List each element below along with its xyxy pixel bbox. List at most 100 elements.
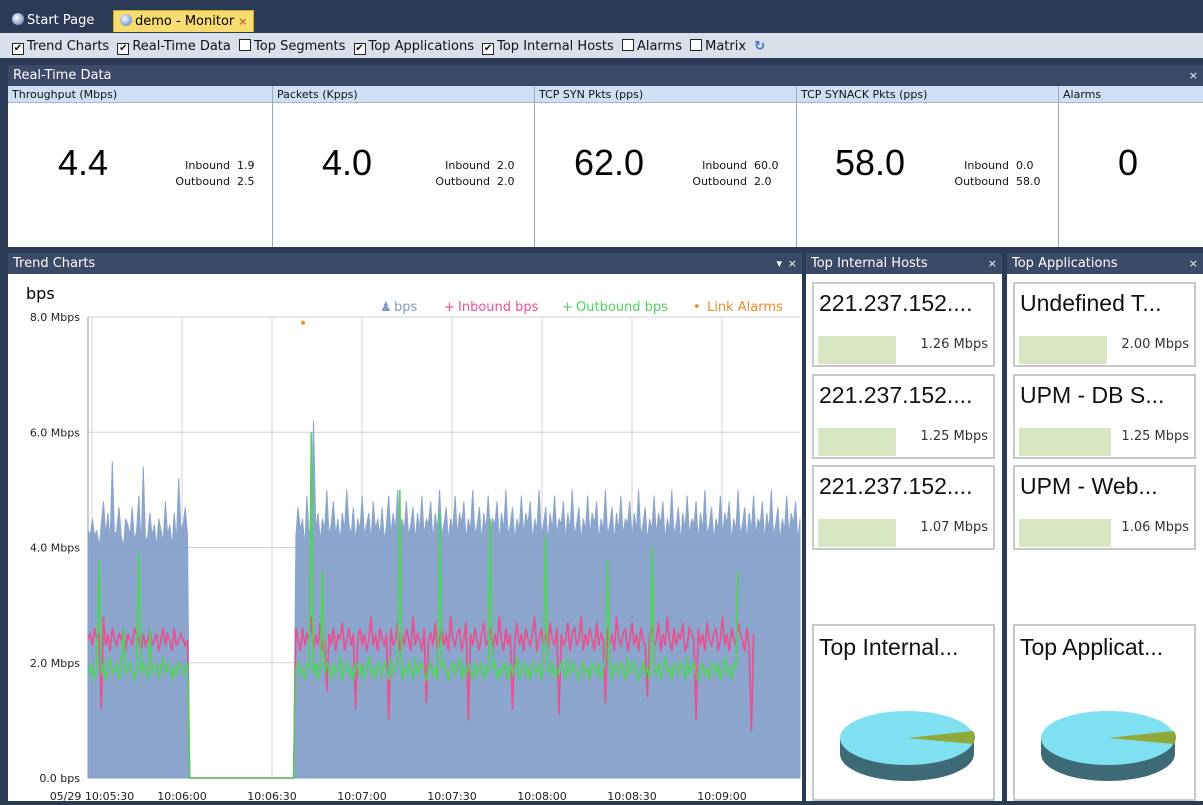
metric-header: Throughput (Mbps) xyxy=(8,86,272,103)
y-tick-label: 0.0 bps xyxy=(39,772,80,785)
host-bar xyxy=(818,336,896,364)
option-real-time-data[interactable]: ✔ Real-Time Data xyxy=(117,39,231,55)
tab-start-page[interactable]: Start Page xyxy=(6,10,100,32)
host-bar xyxy=(818,519,896,547)
close-tab-icon[interactable]: × xyxy=(238,15,247,28)
option-top-internal-hosts[interactable]: ✔ Top Internal Hosts xyxy=(482,39,614,55)
option-label: Matrix xyxy=(705,39,747,54)
legend-label: Link Alarms xyxy=(707,300,783,315)
metric-value: 62.0 xyxy=(574,142,645,183)
checkbox[interactable]: ✔ xyxy=(12,43,24,55)
host-value: 1.07 Mbps xyxy=(920,520,988,535)
hosts-panel-header: Top Internal Hosts × xyxy=(806,253,1002,274)
apps-pie-card[interactable]: Top Applicat... xyxy=(1013,624,1196,801)
option-label: Alarms xyxy=(636,39,682,54)
outbound-label: Outbound xyxy=(435,175,490,188)
inbound-label: Inbound xyxy=(445,159,490,172)
inbound-value: 0.0 xyxy=(1016,159,1034,172)
checkbox[interactable] xyxy=(621,39,634,51)
outbound-value: 2.0 xyxy=(497,175,515,188)
option-top-segments[interactable]: Top Segments xyxy=(239,39,345,54)
x-tick-label: 10:08:30 xyxy=(607,790,656,801)
top-hosts-panel: 221.237.152.... 1.26 Mbps 221.237.152...… xyxy=(806,274,1002,801)
tab-demo-monitor[interactable]: demo - Monitor × xyxy=(113,10,255,32)
app-bar xyxy=(1019,519,1111,547)
host-bar xyxy=(818,428,896,456)
y-tick-label: 8.0 Mbps xyxy=(30,311,80,324)
outbound-label: Outbound xyxy=(954,175,1009,188)
tab-label: Start Page xyxy=(27,13,95,28)
close-icon[interactable]: × xyxy=(1189,253,1198,274)
inbound-label: Inbound xyxy=(185,159,230,172)
metric-value: 0 xyxy=(1118,142,1139,183)
dropdown-icon[interactable]: ▾ xyxy=(776,253,782,274)
checkbox[interactable]: ✔ xyxy=(353,43,366,55)
host-card[interactable]: 221.237.152.... 1.26 Mbps xyxy=(812,282,995,367)
legend-label: Inbound bps xyxy=(458,300,539,315)
checkbox[interactable]: ✔ xyxy=(482,43,495,55)
metric-header: Packets (Kpps) xyxy=(273,86,534,103)
outbound-value: 2.0 xyxy=(754,175,772,188)
option-top-applications[interactable]: ✔ Top Applications xyxy=(353,39,474,55)
app-card[interactable]: UPM - DB S... 1.25 Mbps xyxy=(1013,374,1196,459)
metric-packets: Packets (Kpps) 4.0 Inbound 2.0 Outbound … xyxy=(273,86,535,247)
pie-title: Top Applicat... xyxy=(1020,634,1164,660)
legend-label: bps xyxy=(394,300,418,315)
metric-alarms: Alarms 0 xyxy=(1059,86,1203,247)
checkbox[interactable]: ✔ xyxy=(117,43,130,55)
outbound-label: Outbound xyxy=(175,175,230,188)
checkbox[interactable] xyxy=(690,39,703,51)
option-alarms[interactable]: Alarms xyxy=(621,39,682,54)
x-tick-label: 10:07:00 xyxy=(337,790,386,801)
view-options-toolbar: ✔ Trend Charts ✔ Real-Time Data Top Segmen… xyxy=(0,33,1203,60)
option-trend-charts[interactable]: ✔ Trend Charts xyxy=(12,39,109,55)
metric-tcp-synack: TCP SYNACK Pkts (pps) 58.0 Inbound 0.0 O… xyxy=(797,86,1059,247)
metric-tcp-syn: TCP SYN Pkts (pps) 62.0 Inbound 60.0 Out… xyxy=(535,86,797,247)
option-matrix[interactable]: Matrix xyxy=(690,39,746,54)
trend-panel-header: Trend Charts ▾ × xyxy=(8,253,802,274)
refresh-icon[interactable]: ↻ xyxy=(754,39,765,54)
x-tick-label: 10:07:30 xyxy=(427,790,476,801)
option-label: Top Segments xyxy=(254,39,346,54)
app-card[interactable]: Undefined T... 2.00 Mbps xyxy=(1013,282,1196,367)
tab-bar: Start Page demo - Monitor × xyxy=(0,0,1203,33)
close-icon[interactable]: × xyxy=(788,253,797,274)
checkbox[interactable] xyxy=(239,39,252,51)
app-bar xyxy=(1019,336,1107,364)
panel-title: Top Internal Hosts xyxy=(811,256,928,271)
inbound-value: 1.9 xyxy=(237,159,255,172)
metric-value: 58.0 xyxy=(835,142,906,183)
host-value: 1.25 Mbps xyxy=(920,429,988,444)
x-tick-label: 10:06:00 xyxy=(157,790,206,801)
series-link-alarm-point xyxy=(301,320,305,325)
metric-value: 4.4 xyxy=(58,142,109,183)
outbound-value: 2.5 xyxy=(237,175,255,188)
close-icon[interactable]: × xyxy=(1189,65,1198,86)
panel-title: Trend Charts xyxy=(13,256,96,271)
app-card[interactable]: UPM - Web... 1.06 Mbps xyxy=(1013,465,1196,550)
host-card[interactable]: 221.237.152.... 1.25 Mbps xyxy=(812,374,995,459)
hosts-pie-card[interactable]: Top Internal... xyxy=(812,624,995,801)
host-name: 221.237.152.... xyxy=(819,473,973,499)
tab-label: demo - Monitor xyxy=(135,14,235,29)
legend-symbol: + xyxy=(562,300,573,315)
metric-header: Alarms xyxy=(1059,86,1203,103)
x-tick-label: 10:09:00 xyxy=(697,790,746,801)
legend-symbol: + xyxy=(444,300,455,315)
trend-chart-panel: bps 0.0 bps 2.0 Mbps 4.0 Mbps 6.0 Mbps 8.0 Mb… xyxy=(8,274,802,803)
realtime-panel-header: Real-Time Data × xyxy=(8,65,1203,86)
host-name: 221.237.152.... xyxy=(819,382,973,408)
y-tick-label: 6.0 Mbps xyxy=(30,426,80,439)
metric-header: TCP SYN Pkts (pps) xyxy=(535,86,796,103)
close-icon[interactable]: × xyxy=(988,253,997,274)
option-label: Top Internal Hosts xyxy=(497,39,614,54)
apps-panel-header: Top Applications × xyxy=(1007,253,1203,274)
pie-title: Top Internal... xyxy=(819,634,959,660)
series-bps-area xyxy=(87,420,801,779)
outbound-value: 58.0 xyxy=(1016,175,1041,188)
host-card[interactable]: 221.237.152.... 1.07 Mbps xyxy=(812,465,995,550)
legend-symbol: • xyxy=(693,300,701,315)
inbound-label: Inbound xyxy=(702,159,747,172)
x-tick-label: 10:06:30 xyxy=(247,790,296,801)
monitor-icon xyxy=(120,14,132,26)
